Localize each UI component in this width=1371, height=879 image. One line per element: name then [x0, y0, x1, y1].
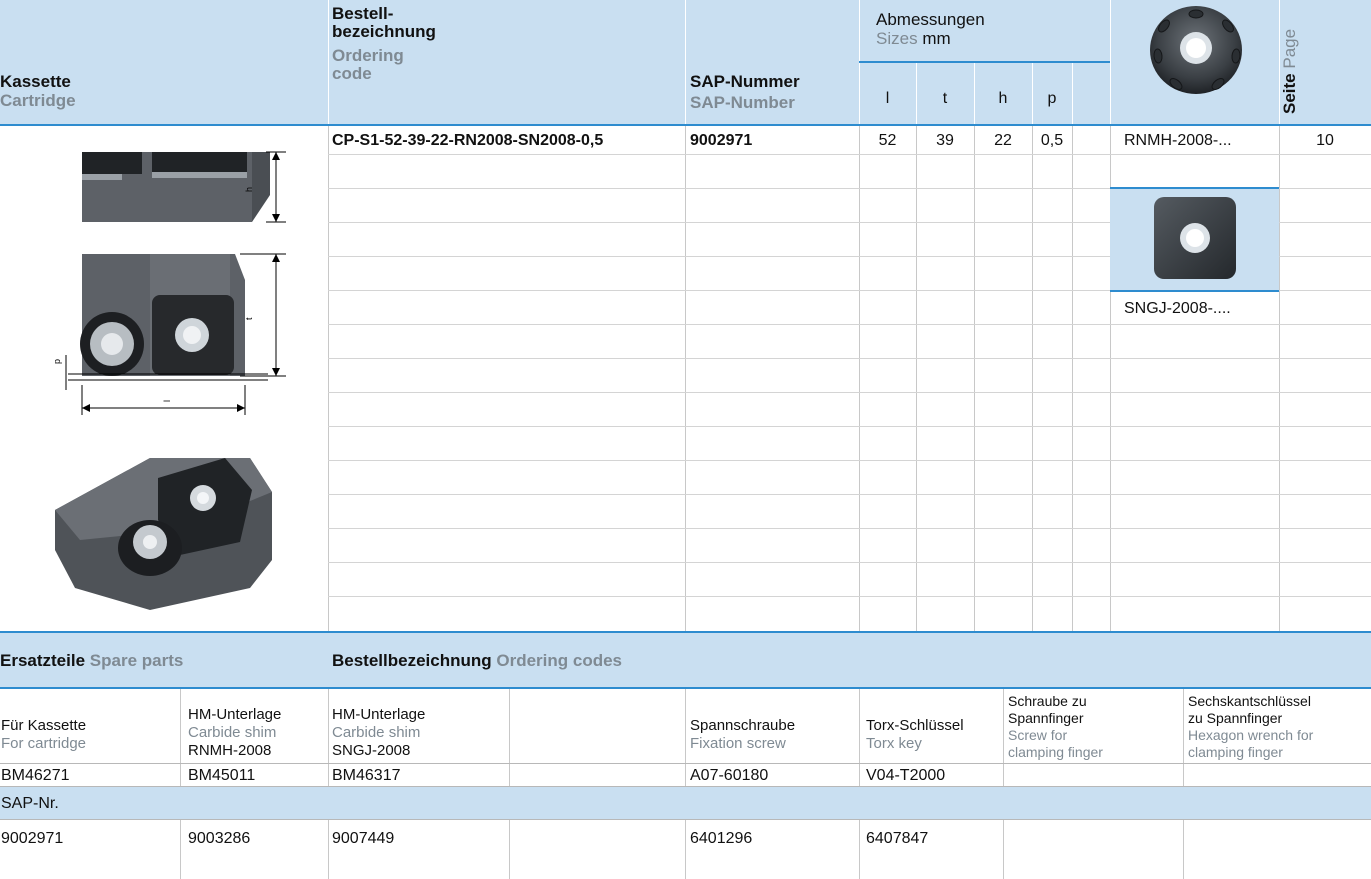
- dim-t-header: t: [942, 90, 948, 107]
- codes-title-de: Bestellbezeichnung: [332, 651, 492, 670]
- ordering-label-1: Ordering: [332, 46, 404, 65]
- col-screw-en: Fixation screw: [690, 735, 786, 752]
- bestell-label-1: Bestell-: [332, 4, 394, 23]
- col-finger-screw-en1: Screw for: [1008, 727, 1068, 743]
- code-for-cartridge: BM46271: [1, 767, 70, 784]
- dim-p-value: 0,5: [1040, 132, 1064, 149]
- kassette-label: Kassette: [0, 72, 71, 91]
- insert1-label: RNMH-2008-...: [1124, 132, 1232, 149]
- col-hex-wrench-en1: Hexagon wrench for: [1188, 727, 1314, 743]
- spare-parts-header: [0, 633, 1371, 687]
- grid-row-line: [328, 528, 1371, 529]
- sap-shim1: 9003286: [188, 830, 251, 847]
- dim-t-value: 39: [936, 132, 954, 149]
- spare-title-de: Ersatzteile: [0, 651, 86, 670]
- ordering-code: CP-S1-52-39-22-RN2008-SN2008-0,5: [332, 132, 604, 149]
- sap-shim2: 9007449: [332, 830, 395, 847]
- col-finger-screw-en2: clamping finger: [1008, 744, 1103, 760]
- code-screw: A07-60180: [690, 767, 769, 784]
- sap-screw: 6401296: [690, 830, 753, 847]
- col-hex-wrench-de1: Sechskantschlüssel: [1188, 693, 1311, 709]
- grid-row-line: [328, 460, 1371, 461]
- code-torx: V04-T2000: [866, 767, 946, 784]
- sizes-text: Sizes: [876, 29, 918, 48]
- sap-for-cartridge: 9002971: [1, 830, 64, 847]
- sap-torx: 6407847: [866, 830, 929, 847]
- code-shim2: BM46317: [332, 767, 401, 784]
- bestell-label-2: bezeichnung: [332, 22, 436, 41]
- col-screw-de: Spannschraube: [690, 717, 796, 734]
- grid-row-line: [328, 596, 1371, 597]
- page-value: 10: [1316, 132, 1334, 149]
- page-header: Seite Page: [1280, 29, 1322, 124]
- col-for-cartridge-de: Für Kassette: [1, 717, 87, 734]
- col-finger-screw-de1: Schraube zu: [1008, 693, 1087, 709]
- col-torx-de: Torx-Schlüssel: [866, 717, 964, 734]
- ordering-codes-title: Bestellbezeichnung Ordering codes: [332, 651, 622, 671]
- sap-number-label: SAP-Nummer: [690, 72, 800, 91]
- sap-number-label-en: SAP-Number: [690, 93, 795, 112]
- dim-l-header: l: [885, 90, 890, 107]
- svg-text:t: t: [244, 317, 254, 320]
- page-label-en: Page: [1280, 28, 1299, 69]
- spare-parts-title: Ersatzteile Spare parts: [0, 651, 183, 671]
- unit-text: mm: [922, 29, 951, 48]
- grid-row-line: [328, 562, 1371, 563]
- grid-row-line: [328, 154, 1371, 155]
- col-hex-wrench-de2: zu Spannfinger: [1188, 710, 1283, 726]
- seite-label: Seite: [1280, 73, 1299, 114]
- svg-text:l: l: [162, 400, 172, 402]
- dim-p-header: p: [1047, 90, 1057, 107]
- code-shim1: BM45011: [188, 767, 256, 784]
- sizes-label: Sizes mm: [876, 29, 951, 49]
- col-shim2-code: SNGJ-2008: [332, 742, 411, 759]
- col-for-cartridge-en: For cartridge: [1, 735, 87, 752]
- col-torx-en: Torx key: [866, 735, 922, 752]
- col-shim1-code: RNMH-2008: [188, 742, 272, 759]
- col-shim2-en: Carbide shim: [332, 724, 421, 741]
- svg-text:p: p: [52, 359, 62, 364]
- spare-title-en: Spare parts: [89, 651, 184, 670]
- dim-l-value: 52: [878, 132, 897, 149]
- grid-row-line: [328, 324, 1371, 325]
- round-insert-image: [1150, 6, 1242, 94]
- cartridge-drawing: h t p l: [52, 151, 286, 610]
- col-shim1-de: HM-Unterlage: [188, 706, 282, 723]
- cartridge-label: Cartridge: [0, 91, 76, 110]
- dim-h-value: 22: [994, 132, 1012, 149]
- codes-title-en: Ordering codes: [496, 651, 623, 670]
- grid-row-line: [328, 494, 1371, 495]
- col-shim2-de: HM-Unterlage: [332, 706, 426, 723]
- sap-number: 9002971: [690, 132, 753, 149]
- col-shim1-en: Carbide shim: [188, 724, 277, 741]
- col-finger-screw-de2: Spannfinger: [1008, 710, 1084, 726]
- col-hex-wrench-en2: clamping finger: [1188, 744, 1283, 760]
- svg-text:h: h: [244, 187, 254, 192]
- sap-nr-label: SAP-Nr.: [1, 795, 59, 812]
- square-insert-image: [1154, 197, 1236, 279]
- ordering-label-2: code: [332, 64, 372, 83]
- insert2-label: SNGJ-2008-....: [1124, 300, 1231, 317]
- grid-row-line: [328, 426, 1371, 427]
- abmessungen-label: Abmessungen: [876, 10, 985, 29]
- grid-row-line: [328, 358, 1371, 359]
- grid-row-line: [328, 392, 1371, 393]
- sap-nr-band: [0, 787, 1371, 819]
- dim-h-header: h: [998, 90, 1008, 107]
